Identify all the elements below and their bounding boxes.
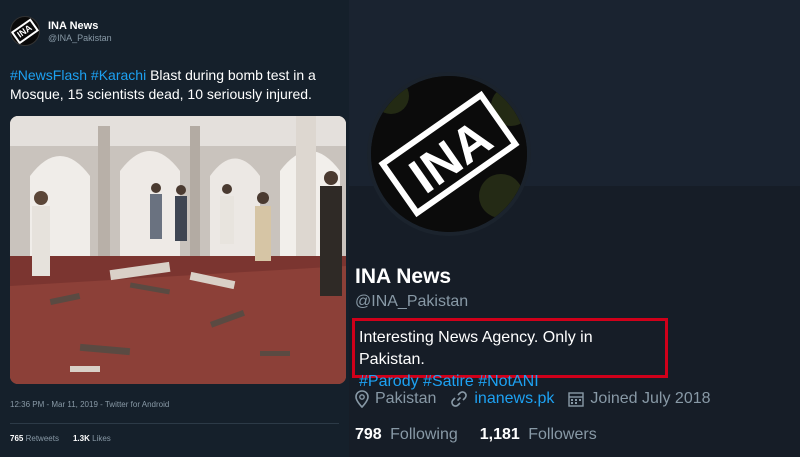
following-count: 798 [355, 426, 382, 443]
followers-link[interactable]: 1,181 Followers [480, 426, 597, 444]
location-pin-icon [355, 390, 369, 408]
profile-name: INA News [355, 265, 452, 288]
likes-stat[interactable]: 1.3K Likes [73, 434, 111, 443]
bio-highlight-box: Interesting News Agency. Only in Pakista… [352, 318, 668, 390]
retweets-label: Retweets [25, 434, 59, 443]
hashtag-notani[interactable]: #NotANI [478, 373, 538, 390]
website-item[interactable]: inanews.pk [450, 390, 554, 408]
hashtag-parody[interactable]: #Parody [359, 373, 419, 390]
hashtag-satire[interactable]: #Satire [423, 373, 474, 390]
website-link[interactable]: inanews.pk [474, 390, 554, 408]
profile-avatar[interactable]: INA [367, 72, 531, 236]
following-label: Following [390, 426, 458, 443]
profile-bio: Interesting News Agency. Only in Pakista… [359, 329, 593, 368]
joined-text: Joined July 2018 [590, 390, 711, 407]
followers-count: 1,181 [479, 426, 520, 443]
tweet-author: INA News @INA_Pakistan [48, 20, 112, 43]
tweet-photo[interactable] [10, 116, 346, 384]
following-link[interactable]: 798 Following [355, 426, 458, 444]
profile-card: INA INA News @INA_Pakistan Interesting N… [349, 0, 800, 457]
joined-item: Joined July 2018 [568, 390, 711, 408]
followers-label: Followers [528, 426, 597, 443]
retweets-stat[interactable]: 765 Retweets [10, 434, 59, 443]
divider [10, 423, 339, 424]
retweets-count: 765 [10, 434, 24, 443]
ina-logo: INA [11, 18, 39, 44]
hashtag-newsflash[interactable]: #NewsFlash [10, 67, 87, 83]
avatar[interactable]: INA [10, 16, 40, 46]
tweet-timestamp[interactable]: 12:36 PM - Mar 11, 2019 - Twitter for An… [10, 400, 339, 409]
author-name[interactable]: INA News [48, 20, 112, 32]
mosque-interior-photo [10, 116, 346, 384]
ina-logo: INA [371, 76, 527, 232]
hashtag-karachi[interactable]: #Karachi [91, 67, 146, 83]
likes-count: 1.3K [72, 434, 90, 443]
tweet-header: INA INA News @INA_Pakistan [10, 12, 339, 50]
location-text: Pakistan [375, 390, 437, 407]
tweet-text: #NewsFlash #Karachi Blast during bomb te… [10, 66, 340, 104]
profile-handle: @INA_Pakistan [355, 293, 469, 310]
calendar-icon [568, 392, 585, 407]
author-handle[interactable]: @INA_Pakistan [48, 33, 112, 43]
tweet-card[interactable]: INA INA News @INA_Pakistan #NewsFlash #K… [0, 0, 349, 457]
profile-meta: Pakistan inanews.pk Joined July 2018 [355, 390, 725, 408]
tweet-stats: 765 Retweets 1.3K Likes [10, 434, 339, 443]
link-icon [451, 391, 468, 407]
likes-label: Likes [92, 434, 111, 443]
location-item: Pakistan [355, 390, 436, 408]
follow-stats: 798 Following 1,181 Followers [355, 426, 619, 444]
